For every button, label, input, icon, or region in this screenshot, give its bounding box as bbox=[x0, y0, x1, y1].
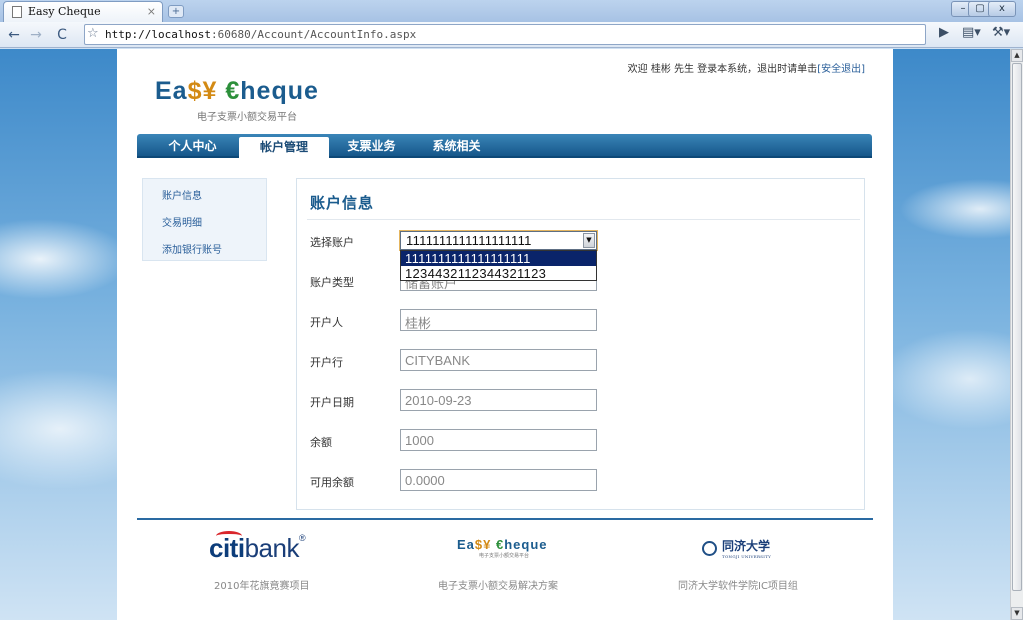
footer-easycheque-logo: Ea$¥ €heque 电子支票小额交易平台 bbox=[457, 537, 548, 559]
sidebar-item-transactions[interactable]: 交易明细 bbox=[162, 214, 202, 229]
scrollbar-thumb[interactable] bbox=[1012, 63, 1022, 591]
account-info-panel: 账户信息 选择账户 1111111111111111111 ▼ 11111111… bbox=[296, 178, 865, 510]
bank-field[interactable]: CITYBANK bbox=[400, 349, 597, 371]
browser-tab-strip: Easy Cheque × + – ▢ x bbox=[0, 0, 1023, 22]
chevron-down-icon[interactable]: ▼ bbox=[583, 233, 595, 248]
account-select-value: 1111111111111111111 bbox=[406, 233, 532, 248]
close-window-button[interactable]: x bbox=[988, 1, 1016, 17]
nav-personal-center[interactable]: 个人中心 bbox=[155, 134, 230, 158]
account-select[interactable]: 1111111111111111111 ▼ bbox=[400, 231, 597, 250]
select-account-label: 选择账户 bbox=[310, 236, 354, 249]
address-text: http://localhost:60680/Account/AccountIn… bbox=[105, 28, 417, 41]
bookmark-star-icon[interactable]: ☆ bbox=[87, 26, 99, 41]
nav-cheque-business[interactable]: 支票业务 bbox=[334, 134, 409, 158]
bank-label: 开户行 bbox=[310, 356, 343, 369]
account-dropdown-list: 1111111111111111111 1234432112344321123 bbox=[400, 250, 597, 281]
welcome-text: 欢迎 桂彬 先生 登录本系统，退出时请单击[安全退出] bbox=[627, 64, 865, 75]
dropdown-option[interactable]: 1234432112344321123 bbox=[401, 266, 596, 281]
available-balance-label: 可用余额 bbox=[310, 476, 354, 489]
available-balance-field[interactable]: 0.0000 bbox=[400, 469, 597, 491]
site-logo: Ea$¥ €heque 电子支票小额交易平台 bbox=[155, 77, 319, 123]
account-type-label: 账户类型 bbox=[310, 276, 354, 289]
easycheque-caption: 电子支票小额交易解决方案 bbox=[438, 581, 558, 592]
tongji-logo: 同济大学 TONGJI UNIVERSITY bbox=[702, 537, 771, 559]
account-holder-field[interactable]: 桂彬 bbox=[400, 309, 597, 331]
address-bar[interactable]: ☆ http://localhost:60680/Account/Account… bbox=[84, 24, 926, 45]
back-button[interactable]: ← bbox=[4, 25, 24, 45]
citibank-logo: citibank® bbox=[209, 531, 306, 563]
nav-account-management[interactable]: 帐户管理 bbox=[239, 137, 329, 160]
balance-label: 余额 bbox=[310, 436, 332, 449]
footer-divider bbox=[137, 518, 873, 520]
open-date-label: 开户日期 bbox=[310, 396, 354, 409]
scroll-down-icon[interactable]: ▼ bbox=[1011, 607, 1023, 620]
scroll-up-icon[interactable]: ▲ bbox=[1011, 49, 1023, 62]
tongji-caption: 同济大学软件学院IC项目组 bbox=[678, 581, 798, 592]
forward-button[interactable]: → bbox=[26, 25, 46, 45]
close-tab-icon[interactable]: × bbox=[147, 2, 156, 21]
dropdown-option[interactable]: 1111111111111111111 bbox=[401, 251, 596, 266]
main-nav: 个人中心 帐户管理 支票业务 系统相关 bbox=[137, 134, 872, 160]
page-menu-icon[interactable]: ▤▾ bbox=[962, 25, 981, 40]
sidebar-menu: 账户信息 交易明细 添加银行账号 bbox=[142, 178, 267, 261]
page-icon bbox=[12, 6, 22, 18]
logo-subtitle: 电子支票小额交易平台 bbox=[197, 112, 297, 123]
site-page: 欢迎 桂彬 先生 登录本系统，退出时请单击[安全退出] Ea$¥ €heque … bbox=[117, 49, 893, 620]
new-tab-button[interactable]: + bbox=[168, 5, 184, 18]
sidebar-item-account-info[interactable]: 账户信息 bbox=[162, 187, 202, 202]
panel-title: 账户信息 bbox=[310, 194, 375, 212]
nav-system[interactable]: 系统相关 bbox=[419, 134, 494, 158]
browser-toolbar: ← → C ☆ http://localhost:60680/Account/A… bbox=[0, 22, 1023, 48]
browser-tab[interactable]: Easy Cheque × bbox=[3, 1, 163, 22]
vertical-scrollbar[interactable]: ▲ ▼ bbox=[1010, 49, 1023, 620]
divider bbox=[307, 219, 860, 220]
logo-wordmark: Ea$¥ €heque bbox=[155, 77, 319, 105]
open-date-field[interactable]: 2010-09-23 bbox=[400, 389, 597, 411]
reload-button[interactable]: C bbox=[52, 25, 72, 45]
page-viewport: 欢迎 桂彬 先生 登录本系统，退出时请单击[安全退出] Ea$¥ €heque … bbox=[0, 49, 1010, 620]
browser-tab-title: Easy Cheque bbox=[28, 5, 101, 18]
logout-link[interactable]: [安全退出] bbox=[817, 64, 865, 75]
wrench-icon[interactable]: ⚒▾ bbox=[992, 25, 1010, 40]
tongji-seal-icon bbox=[702, 540, 717, 556]
account-holder-label: 开户人 bbox=[310, 316, 343, 329]
sidebar-item-add-bank-account[interactable]: 添加银行账号 bbox=[162, 241, 222, 256]
balance-field[interactable]: 1000 bbox=[400, 429, 597, 451]
citi-arc-icon bbox=[216, 531, 242, 541]
play-icon[interactable]: ▶ bbox=[939, 25, 949, 40]
citi-caption: 2010年花旗竟赛项目 bbox=[214, 581, 310, 592]
